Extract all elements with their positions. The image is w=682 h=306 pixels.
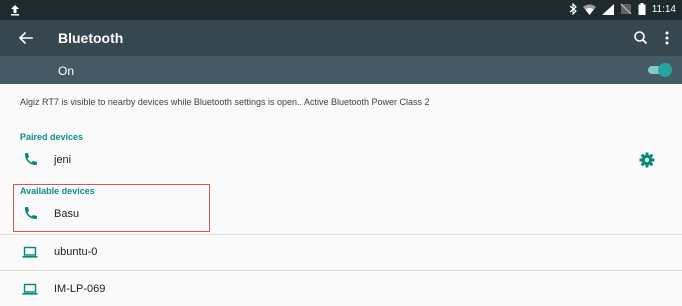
device-row-jeni[interactable]: jeni (0, 142, 682, 178)
gear-icon[interactable] (639, 152, 655, 168)
search-icon[interactable] (632, 29, 650, 47)
laptop-icon (22, 246, 38, 258)
device-row-im-lp-069[interactable]: IM-LP-069 (0, 271, 682, 306)
device-row-ubuntu-0[interactable]: ubuntu-0 (0, 234, 682, 270)
wifi-icon (582, 4, 596, 15)
paired-devices-header: Paired devices (20, 132, 84, 142)
app-toolbar: Bluetooth (0, 20, 682, 56)
signal-icon (601, 3, 614, 15)
bluetooth-icon (569, 3, 577, 15)
laptop-icon (22, 283, 38, 295)
page-title: Bluetooth (58, 30, 124, 46)
device-name: jeni (54, 154, 72, 166)
back-arrow-icon[interactable] (16, 28, 36, 48)
highlight-annotation (13, 184, 210, 232)
more-vert-icon[interactable] (660, 29, 674, 47)
status-time: 11:14 (651, 3, 676, 15)
bluetooth-state-label: On (58, 64, 75, 78)
visibility-notice: Algiz RT7 is visible to nearby devices w… (20, 97, 430, 107)
status-bar: 11:14 (0, 0, 682, 20)
switch-thumb (658, 63, 672, 77)
upload-icon (11, 5, 19, 16)
bluetooth-toggle-switch[interactable] (646, 63, 672, 77)
no-sim-icon (620, 3, 632, 15)
phone-icon (25, 153, 37, 165)
device-name: ubuntu-0 (54, 246, 98, 258)
bluetooth-toggle-bar[interactable]: On (0, 56, 682, 84)
battery-icon (638, 3, 646, 15)
device-name: IM-LP-069 (54, 283, 106, 295)
